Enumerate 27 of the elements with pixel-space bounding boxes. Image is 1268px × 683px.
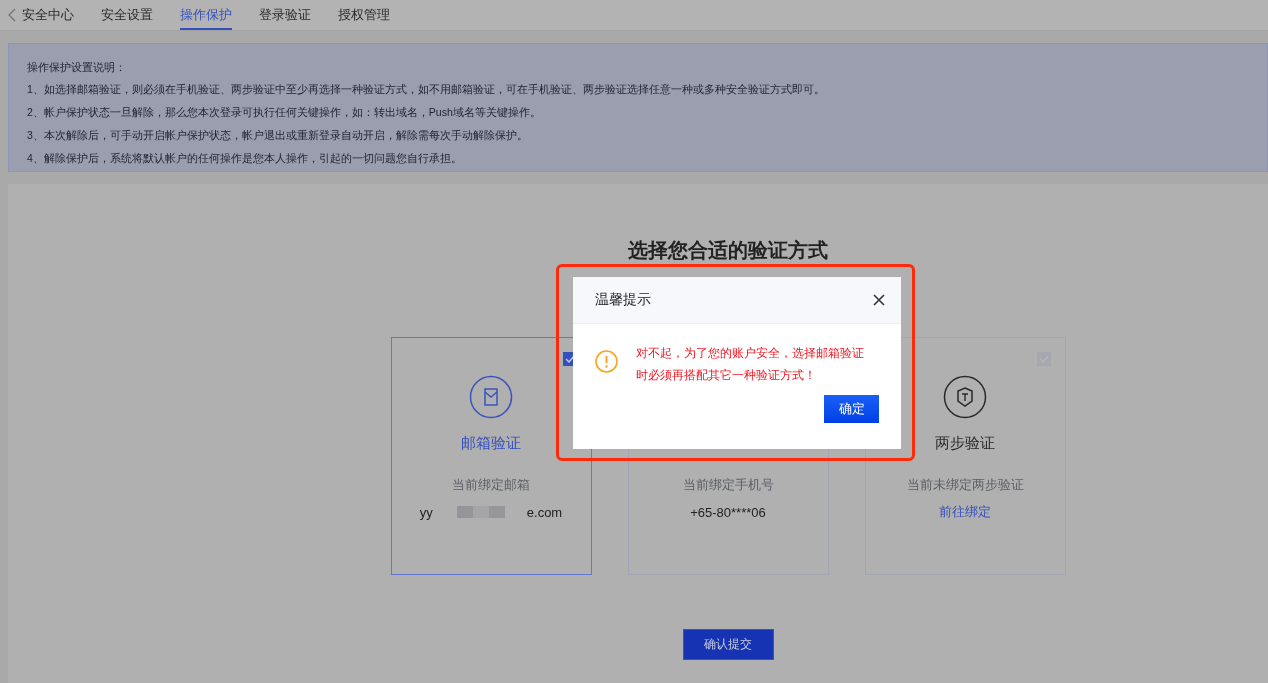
envelope-icon	[469, 375, 513, 419]
warning-icon	[595, 350, 618, 373]
phone-number: +65-80****06	[690, 504, 766, 520]
submit-button[interactable]: 确认提交	[682, 629, 774, 660]
close-icon[interactable]	[873, 294, 885, 306]
redaction-mark	[456, 506, 505, 518]
tab[interactable]: 授权管理	[338, 0, 390, 30]
notice-text: 1、如选择邮箱验证，则必须在手机验证、两步验证中至少再选择一种验证方式，如不用邮箱验证，可在手机验证、两步验证选择任意一种或多种安全验证方式即可。	[27, 82, 826, 97]
email-start: yy	[419, 504, 433, 520]
notice-text: 2、帐户保护状态一旦解除，那么您本次登录可执行任何关键操作，如：转出域名，Push域名等关键操作。	[27, 105, 542, 120]
notice-text: 4、解除保护后，系统将默认帐户的任何操作是您本人操作，引起的一切问题您自行承担。	[27, 151, 463, 166]
tab[interactable]: 安全设置	[101, 0, 153, 30]
shield-icon	[943, 375, 987, 419]
confirm-button[interactable]: 确定	[824, 395, 879, 423]
card-title: 邮箱验证	[461, 434, 521, 451]
card-title: 两步验证	[935, 434, 995, 451]
back-chevron-icon	[8, 8, 16, 22]
card-subtitle: 当前绑定手机号	[682, 476, 774, 494]
section-heading: 选择您合适的验证方式	[628, 238, 828, 263]
notice-text: 3、本次解除后，可手动开启帐户保护状态，帐户退出或重新登录自动开启，解除需每次手动解除保护。	[27, 128, 529, 143]
back-link[interactable]: 安全中心	[8, 0, 74, 30]
notice-title: 操作保护设置说明：	[27, 60, 127, 75]
tab[interactable]: 登录验证	[259, 0, 311, 30]
dialog-title: 温馨提示	[595, 291, 651, 309]
email-end: e.com	[526, 504, 563, 520]
card-subtitle: 当前绑定邮箱	[452, 476, 530, 494]
card-subtitle: 当前未绑定两步验证	[906, 476, 1024, 494]
